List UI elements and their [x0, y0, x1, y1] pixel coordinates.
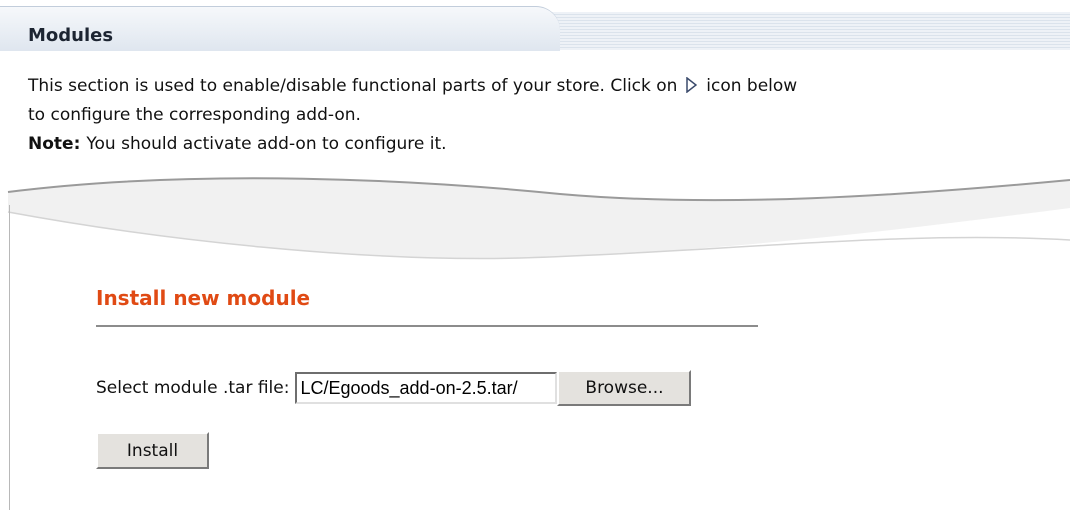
header-stripes — [546, 12, 1070, 50]
install-button[interactable]: Install — [96, 432, 209, 469]
section-title-modules: Modules — [28, 25, 114, 46]
browse-button[interactable]: Browse... — [557, 370, 692, 406]
section-tab: Modules — [0, 6, 560, 51]
intro-text: This section is used to enable/disable f… — [28, 72, 1058, 159]
section-header-bar: Modules — [0, 0, 1070, 51]
install-section-title: Install new module — [96, 286, 311, 310]
file-select-row: Select module .tar file: /LC/Egoods_add-… — [96, 370, 692, 406]
decorative-swoosh — [7, 177, 1070, 260]
section-divider — [96, 325, 758, 327]
intro-line-1: This section is used to enable/disable f… — [28, 72, 1058, 101]
intro-line-2: to configure the corresponding add-on. — [28, 105, 361, 125]
note-line: Note: You should activate add-on to confi… — [28, 130, 1058, 159]
file-select-label: Select module .tar file: — [96, 378, 290, 398]
intro-line-1-end: icon below — [706, 76, 798, 96]
note-label: Note: — [28, 134, 81, 154]
panel-left-border — [9, 205, 10, 510]
module-file-value: /LC/Egoods_add-on-2.5.tar — [300, 377, 518, 398]
note-text: You should activate add-on to configure … — [86, 134, 447, 154]
intro-line-1-start: This section is used to enable/disable f… — [28, 76, 678, 96]
module-file-input[interactable]: /LC/Egoods_add-on-2.5.tar — [295, 372, 558, 404]
play-arrow-icon — [686, 77, 697, 93]
